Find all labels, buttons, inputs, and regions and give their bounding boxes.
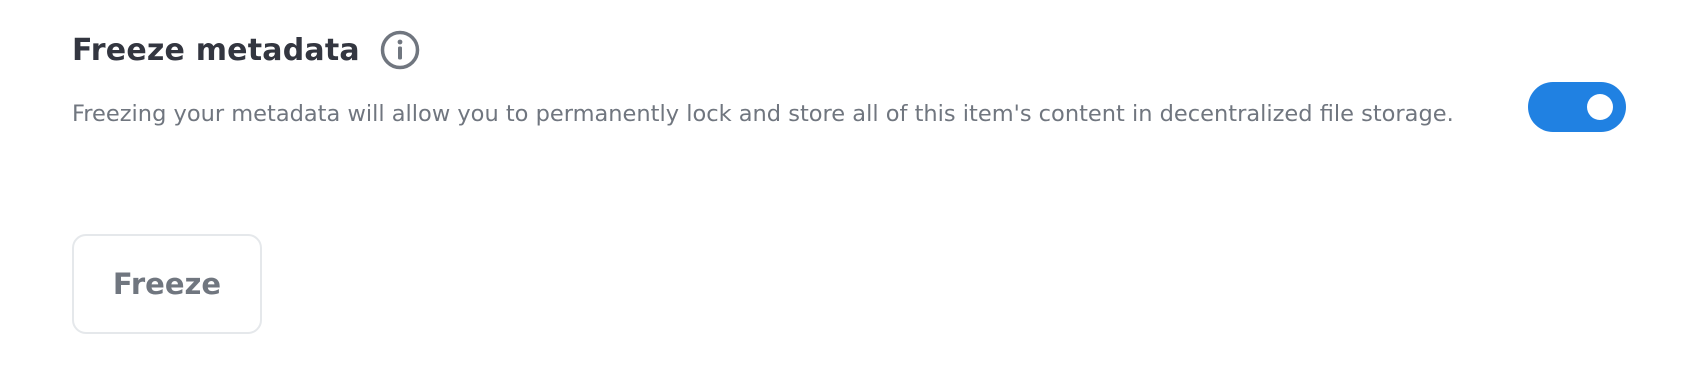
section-title: Freeze metadata	[72, 32, 360, 68]
section-description: Freezing your metadata will allow you to…	[72, 101, 1454, 127]
title-row: Freeze metadata	[72, 30, 420, 70]
freeze-button[interactable]: Freeze	[72, 234, 262, 334]
freeze-metadata-section: Freeze metadata Freezing your metadata w…	[0, 0, 1702, 382]
toggle-knob	[1587, 94, 1613, 120]
freeze-metadata-toggle[interactable]	[1528, 82, 1626, 132]
info-circle-icon[interactable]	[380, 30, 420, 70]
